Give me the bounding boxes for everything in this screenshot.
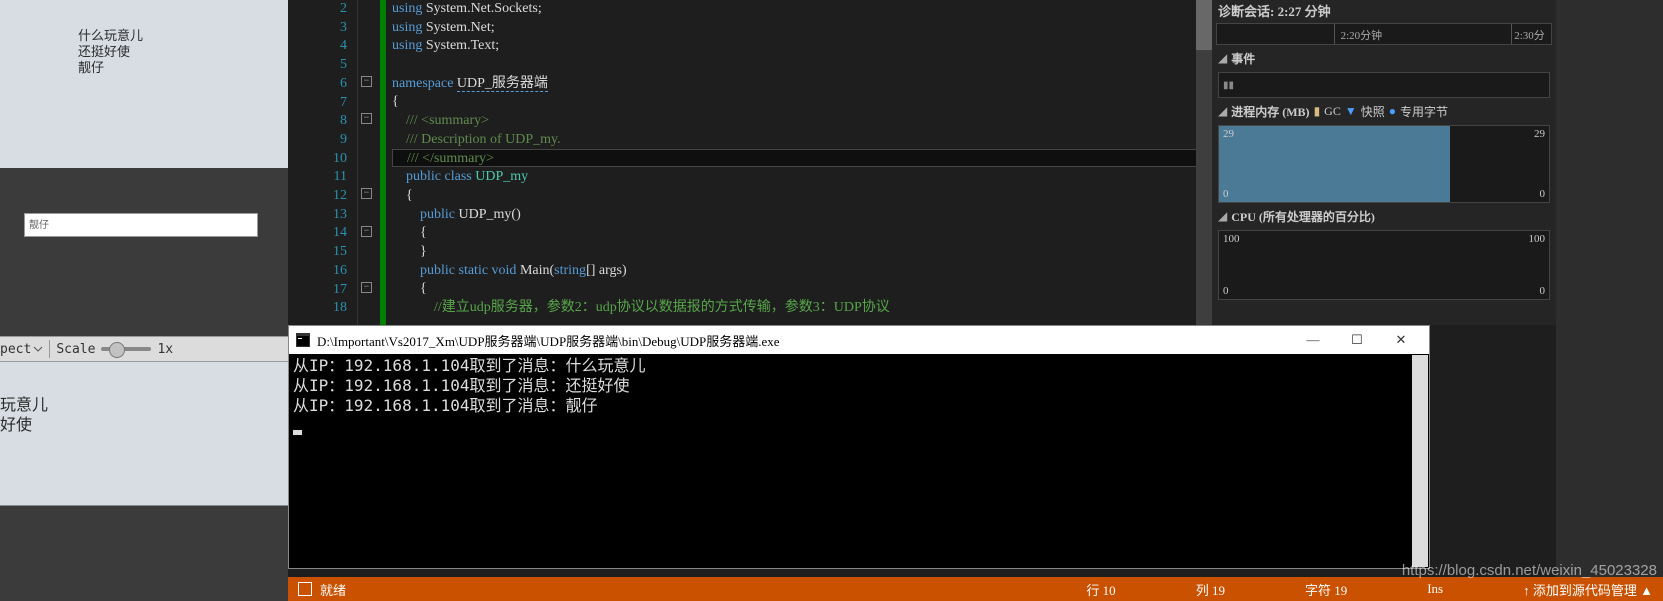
unity-toolbar: pect Scale 1x: [0, 336, 288, 362]
triangle-down-icon: ◢: [1218, 104, 1227, 119]
status-line: 行 10: [1086, 580, 1115, 599]
inspect-dropdown[interactable]: pect: [0, 342, 43, 357]
maximize-button[interactable]: ☐: [1335, 326, 1379, 354]
unity-game-text: 什么玩意儿 还挺好使 靓仔: [78, 28, 143, 76]
unity-game-view[interactable]: 什么玩意儿 还挺好使 靓仔 靓仔: [0, 0, 288, 336]
fold-icon[interactable]: −: [361, 282, 372, 293]
console-output[interactable]: 从IP：192.168.1.104取到了消息：什么玩意儿 从IP：192.168…: [289, 354, 1429, 568]
fold-gutter[interactable]: − − − − −: [358, 0, 380, 325]
scale-slider[interactable]: [101, 347, 151, 351]
diag-cpu-header[interactable]: ◢CPU (所有处理器的百分比): [1212, 205, 1556, 228]
unity-panel: 什么玩意儿 还挺好使 靓仔 靓仔 pect Scale 1x 玩意儿 好使: [0, 0, 288, 601]
inspect-label: pect: [0, 342, 31, 357]
status-char: 字符 19: [1305, 580, 1347, 599]
console-line: 从IP：192.168.1.104取到了消息：什么玩意儿: [293, 356, 1425, 376]
upload-icon: ↑: [1523, 583, 1530, 598]
timeline-tick: 2:30分: [1514, 27, 1545, 43]
console-titlebar[interactable]: D:\Important\Vs2017_Xm\UDP服务器端\UDP服务器端\b…: [289, 326, 1429, 354]
exe-icon: [295, 332, 311, 348]
diagnostics-panel: 诊断会话: 2:27 分钟 2:20分钟 2:30分 ◢事件 ▮▮ ◢进程内存 …: [1212, 0, 1556, 325]
code-area[interactable]: using System.Net.Sockets; using System.N…: [386, 0, 1212, 325]
status-col: 列 19: [1196, 580, 1225, 599]
console-scrollbar[interactable]: [1412, 355, 1428, 567]
diag-memory-header[interactable]: ◢进程内存 (MB) ▮GC ▼快照 ●专用字节: [1212, 100, 1556, 123]
chevron-down-icon: [33, 344, 43, 354]
status-ready: 就绪: [320, 580, 346, 599]
gc-marker-icon: ▮: [1314, 104, 1321, 119]
scrollbar-thumb[interactable]: [1196, 0, 1212, 50]
watermark: https://blog.csdn.net/weixin_45023328: [1402, 562, 1657, 579]
triangle-down-icon: ◢: [1218, 209, 1227, 224]
console-window: D:\Important\Vs2017_Xm\UDP服务器端\UDP服务器端\b…: [288, 325, 1430, 569]
console-title-text: D:\Important\Vs2017_Xm\UDP服务器端\UDP服务器端\b…: [317, 331, 780, 350]
unity-bottom-text: 玩意儿 好使: [0, 396, 48, 436]
status-bar: 就绪 行 10 列 19 字符 19 Ins ↑ 添加到源代码管理 ▲: [288, 577, 1663, 601]
unity-input-field[interactable]: 靓仔: [24, 213, 258, 237]
private-bytes-icon: ●: [1389, 104, 1396, 119]
scale-label: Scale: [56, 342, 95, 357]
fold-icon[interactable]: −: [361, 76, 372, 87]
snapshot-marker-icon: ▼: [1345, 104, 1357, 119]
cpu-chart[interactable]: 100100 00: [1218, 230, 1550, 300]
memory-chart[interactable]: 2929 00: [1218, 125, 1550, 203]
right-panel-strip: [1556, 0, 1663, 601]
console-cursor: [293, 430, 302, 435]
diag-timeline[interactable]: 2:20分钟 2:30分: [1216, 23, 1552, 45]
fold-icon[interactable]: −: [361, 188, 372, 199]
console-line: 从IP：192.168.1.104取到了消息：还挺好使: [293, 376, 1425, 396]
timeline-tick: 2:20分钟: [1341, 27, 1383, 43]
fold-icon[interactable]: −: [361, 226, 372, 237]
minimize-button[interactable]: —: [1291, 326, 1335, 354]
editor-scrollbar[interactable]: [1196, 0, 1212, 325]
unity-bottom-view[interactable]: 玩意儿 好使: [0, 362, 288, 601]
diag-events-box[interactable]: ▮▮: [1218, 72, 1550, 98]
console-line: 从IP：192.168.1.104取到了消息：靓仔: [293, 396, 1425, 416]
scale-value: 1x: [157, 342, 173, 357]
line-gutter: 2345 6789 10111213 14151617 18: [288, 0, 358, 325]
pause-icon: ▮▮: [1223, 80, 1234, 91]
status-ins: Ins: [1427, 581, 1443, 597]
status-icon: [298, 582, 312, 596]
code-editor[interactable]: 2345 6789 10111213 14151617 18 − − − − −…: [288, 0, 1212, 325]
diag-session-title: 诊断会话: 2:27 分钟: [1212, 0, 1556, 21]
toolbar-separator: [49, 340, 50, 358]
close-button[interactable]: ✕: [1379, 326, 1423, 354]
status-scm[interactable]: ↑ 添加到源代码管理 ▲: [1523, 580, 1653, 599]
fold-icon[interactable]: −: [361, 113, 372, 124]
diag-events-header[interactable]: ◢事件: [1212, 47, 1556, 70]
triangle-down-icon: ◢: [1218, 51, 1227, 66]
